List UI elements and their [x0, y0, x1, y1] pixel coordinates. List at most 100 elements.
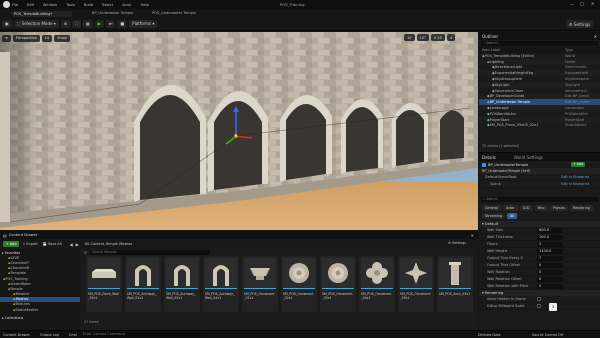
output-log-button[interactable]: Output Log — [40, 333, 59, 337]
step-button[interactable]: ⏭ — [105, 19, 116, 28]
nav-back-icon[interactable]: ◀ — [70, 242, 73, 247]
property-value-input[interactable]: 0 — [537, 269, 563, 275]
content-drawer-button[interactable]: Content Drawer — [3, 333, 30, 337]
import-button[interactable]: ⇩ Import — [22, 242, 37, 246]
property-row: Floors 3 — [479, 241, 600, 248]
menu-item-actor[interactable]: Actor — [122, 3, 131, 7]
asset-thumbnail — [283, 258, 315, 288]
cinematics-button[interactable]: ▦ — [82, 19, 93, 28]
collections-header[interactable]: ▸ Collections — [0, 315, 80, 320]
menu-item-edit[interactable]: Edit — [27, 3, 34, 7]
filter-tab-rendering[interactable]: Rendering — [570, 205, 593, 211]
component-row[interactable]: Spline Edit in Blueprint — [479, 181, 600, 188]
level-viewport[interactable] — [0, 32, 478, 230]
save-all-button[interactable]: 💾 Save All — [43, 242, 62, 246]
menu-item-help[interactable]: Help — [141, 3, 149, 7]
asset-search[interactable]: Search Meshes — [89, 250, 210, 255]
grid-snap[interactable]: 10 — [404, 34, 415, 41]
filter-icon[interactable]: ⛛ — [84, 251, 87, 255]
tab-asset[interactable]: POS_Underwater Temple — [152, 11, 196, 15]
console-input[interactable]: Enter Console Command — [80, 332, 201, 337]
asset-tile[interactable]: SM_POS_Deco_Wall_02x1 — [86, 256, 122, 312]
asset-tile[interactable]: SM_POS_Ornament_01x1 — [242, 256, 278, 312]
asset-tile[interactable]: SM_POS_Archway_Wall_02x1 — [125, 256, 161, 312]
property-value-input[interactable]: 7 — [537, 255, 563, 261]
asset-tile[interactable]: SM_POS_Arch_03x1 — [437, 256, 473, 312]
property-value-input[interactable]: 100.0 — [537, 234, 563, 240]
outliner-label: SM_POS_Plane_05x05_02x1 — [489, 123, 539, 128]
show-button[interactable]: Show — [54, 34, 70, 42]
tab-world-settings[interactable]: World Settings — [514, 155, 543, 160]
filter-tab-all[interactable]: All — [507, 213, 518, 219]
asset-tile[interactable]: SM_POS_Ornament_02x1 — [281, 256, 317, 312]
derived-data-button[interactable]: Derived Data — [478, 333, 500, 337]
component-row[interactable]: DefaultSceneRoot Edit in Blueprint — [479, 174, 600, 181]
tab-content-browser[interactable]: Content Drawer — [9, 233, 38, 237]
breadcrumb-item[interactable]: Content — [91, 242, 105, 246]
filter-tab-streaming[interactable]: Streaming — [482, 213, 506, 219]
property-value-input[interactable]: 0 — [537, 283, 563, 289]
place-actor-button[interactable]: ⊕ — [60, 19, 71, 28]
mode-selector[interactable]: ⬚ Selection Mode ▾ — [13, 19, 59, 28]
close-icon[interactable]: ✕ — [594, 34, 597, 39]
menu-item-window[interactable]: Window — [43, 3, 57, 7]
blueprint-button[interactable]: ⛶ — [72, 19, 81, 28]
cmd-dropdown[interactable]: Cmd — [69, 333, 77, 337]
tab-level[interactable]: POS_TempleBuilding* — [12, 10, 72, 17]
asset-tile[interactable]: SM_POS_Ornament_04x1 — [359, 256, 395, 312]
content-settings-button[interactable]: ⚙ Settings — [448, 241, 466, 245]
property-checkbox[interactable] — [537, 297, 541, 301]
filter-tab-general[interactable]: General — [482, 205, 501, 211]
filter-tab-actor[interactable]: Actor — [503, 205, 518, 211]
details-search[interactable]: ⌕ Search — [481, 197, 598, 202]
menu-item-tools[interactable]: Tools — [66, 3, 75, 7]
angle-snap[interactable]: 10° — [416, 34, 429, 41]
add-component-button[interactable]: + Add — [571, 162, 586, 167]
lit-button[interactable]: Lit — [41, 34, 53, 42]
edit-in-blueprint-link[interactable]: Edit in Blueprint — [561, 175, 589, 179]
property-value-input[interactable]: 1100.0 — [537, 248, 563, 254]
asset-tile[interactable]: SM_POS_Ornament_03x1 — [320, 256, 356, 312]
breadcrumb-item[interactable]: Meshes — [119, 242, 132, 246]
main-toolbar: ▣ ⬚ Selection Mode ▾ ⊕ ⛶ ▦ ▶ ⏭ ■ Platfor… — [0, 17, 600, 31]
search-field[interactable]: ⌕ Search... — [481, 41, 598, 46]
menu-item-select[interactable]: Select — [102, 3, 113, 7]
settings-button[interactable]: ⚙ Settings — [566, 20, 594, 28]
filter-tab-misc[interactable]: Misc — [534, 205, 548, 211]
asset-tile[interactable]: SM_POS_Archway_Wall_03x1 — [164, 256, 200, 312]
filter-tab-lod[interactable]: LOD — [519, 205, 533, 211]
play-button[interactable]: ▶ — [94, 19, 104, 28]
outliner-row[interactable]: ◆ SM_POS_Plane_05x05_02x1 StaticMeshA — [479, 123, 600, 129]
scale-snap[interactable]: 0.25 — [430, 34, 445, 41]
asset-tile[interactable]: SM_POS_Ornament_05x1 — [398, 256, 434, 312]
close-icon[interactable]: ✕ — [471, 233, 474, 238]
add-button[interactable]: + Add — [3, 241, 20, 247]
property-checkbox[interactable] — [537, 304, 541, 308]
menu-item-file[interactable]: File — [12, 3, 18, 7]
menu-item-build[interactable]: Build — [84, 3, 93, 7]
property-value-input[interactable]: 3 — [537, 241, 563, 247]
perspective-button[interactable]: Perspective — [13, 34, 40, 42]
breadcrumb-item[interactable]: Temple — [106, 242, 118, 246]
stop-button[interactable]: ■ — [117, 19, 128, 28]
nav-forward-icon[interactable]: ▶ — [76, 242, 79, 247]
actor-name[interactable]: BP_UnderwaterTemple — [488, 163, 528, 167]
tab-blueprint[interactable]: BP_Underwater Temple — [92, 11, 133, 15]
filter-tab-physics[interactable]: Physics — [549, 205, 569, 211]
viewport-menu-button[interactable]: ≡ — [2, 34, 12, 42]
camera-speed[interactable]: 4 — [446, 34, 456, 41]
details-panel: Details World Settings BP_UnderwaterTempl… — [479, 152, 600, 330]
asset-thumbnail — [322, 258, 354, 288]
outliner-type: VolumetricCl — [565, 88, 588, 93]
property-value-input[interactable]: 0 — [537, 276, 563, 282]
source-control-button[interactable]: Source Control Off — [532, 333, 563, 337]
outliner-label: PlayerStart — [489, 117, 510, 122]
edit-in-blueprint-link[interactable]: Edit in Blueprint — [561, 182, 589, 186]
asset-label: SM_POS_Archway_Wall_02x1 — [127, 292, 157, 300]
asset-tile[interactable]: SM_POS_Archway_Wall_04x1 — [203, 256, 239, 312]
property-value-input[interactable]: 0 — [537, 262, 563, 268]
platforms-button[interactable]: Platforms ▾ — [129, 19, 158, 28]
folder-tree-item[interactable]: ▰ StaticMeshes — [0, 307, 80, 312]
property-value-input[interactable]: 800.0 — [537, 227, 563, 233]
save-icon[interactable]: ▣ — [2, 19, 12, 28]
